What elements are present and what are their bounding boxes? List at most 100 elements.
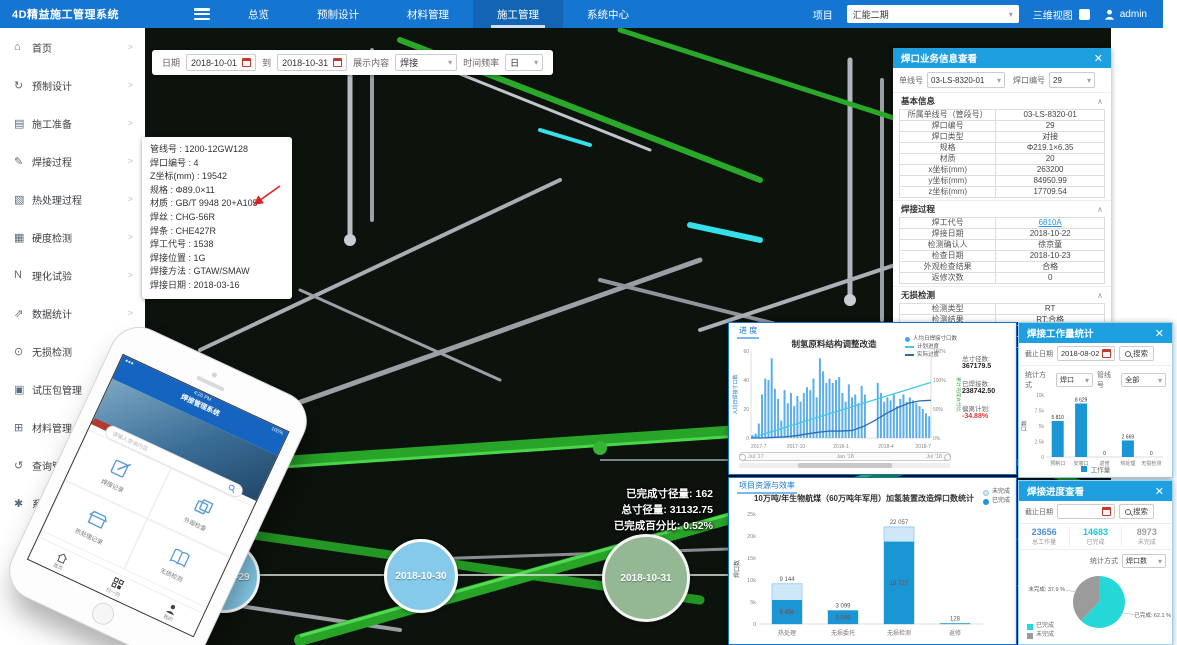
stat-value: 8973 bbox=[1122, 527, 1172, 537]
info-value[interactable]: 合格 bbox=[996, 262, 1105, 273]
sidebar-item[interactable]: ⌂ 首页 > bbox=[0, 28, 145, 66]
top-menu-item[interactable]: 施工管理 bbox=[473, 0, 563, 28]
svg-text:2.5k: 2.5k bbox=[1035, 440, 1045, 446]
info-row: z坐标(mm) 17709.54 bbox=[900, 187, 1105, 198]
info-value: 20 bbox=[996, 154, 1105, 165]
top-menu-item[interactable]: 系统中心 bbox=[563, 0, 653, 28]
collapse-icon: ∧ bbox=[1097, 205, 1103, 214]
legend-dot-icon bbox=[905, 337, 910, 342]
sidebar-item-icon: ✱ bbox=[14, 497, 32, 510]
line-no-select[interactable]: 03-LS-8320-01▾ bbox=[927, 72, 1005, 88]
sidebar-item[interactable]: ▦ 硬度检测 > bbox=[0, 218, 145, 256]
top-menu-item[interactable]: 总览 bbox=[224, 0, 293, 28]
tooltip-line: Z坐标(mm) : 19542 bbox=[150, 170, 284, 184]
joint-no-select[interactable]: 29▾ bbox=[1049, 72, 1095, 88]
sidebar-item[interactable]: ↻ 预制设计 > bbox=[0, 66, 145, 104]
svg-text:25k: 25k bbox=[747, 512, 756, 518]
tab-progress[interactable]: 进 度 bbox=[737, 325, 759, 339]
hamburger-menu-icon[interactable] bbox=[194, 8, 210, 20]
sidebar-item-label: 首页 bbox=[32, 40, 52, 55]
chevron-down-icon: ▾ bbox=[448, 58, 452, 67]
tab-project-resource[interactable]: 项目资源与效率 bbox=[737, 480, 797, 494]
info-value[interactable]: 6810A bbox=[996, 218, 1105, 229]
close-icon[interactable]: ✕ bbox=[1155, 327, 1164, 340]
svg-text:无损检测: 无损检测 bbox=[887, 629, 911, 637]
book-icon bbox=[166, 544, 193, 571]
stat-group: 偏离计划: -34.88% bbox=[962, 403, 1014, 420]
info-row: x坐标(mm) 263200 bbox=[900, 165, 1105, 176]
timeline-date-node[interactable]: 2018-10-30 bbox=[384, 539, 458, 613]
range-slider[interactable]: Jul '17 Jan '18 Jul '18 bbox=[739, 452, 951, 468]
info-value: RT bbox=[996, 304, 1105, 315]
top-menu-item[interactable]: 预制设计 bbox=[293, 0, 383, 28]
sidebar-item-icon: ⌂ bbox=[14, 41, 32, 53]
sidebar-item-label: 预制设计 bbox=[32, 78, 72, 93]
sidebar-item-icon: N bbox=[14, 269, 32, 281]
section-weld-process[interactable]: 焊接过程∧ bbox=[893, 200, 1111, 217]
date-from-input[interactable]: 2018-10-01 bbox=[186, 54, 256, 71]
search-button[interactable]: 搜索 bbox=[1119, 504, 1154, 519]
section-basic-info[interactable]: 基本信息∧ bbox=[893, 92, 1111, 109]
sidebar-item-icon: ⊞ bbox=[14, 421, 32, 434]
stat-column: 8973 未完成 bbox=[1122, 527, 1172, 546]
scrollbar[interactable] bbox=[739, 463, 951, 468]
info-value[interactable]: 0 bbox=[996, 273, 1105, 284]
slider-handle-left[interactable] bbox=[739, 454, 746, 461]
calendar-icon bbox=[242, 58, 251, 67]
slider-handle-right[interactable] bbox=[944, 454, 951, 461]
svg-text:0: 0 bbox=[1150, 451, 1153, 457]
copy-icon bbox=[190, 493, 217, 520]
info-key: y坐标(mm) bbox=[900, 176, 996, 187]
deadline-label: 截止日期 bbox=[1025, 349, 1053, 359]
svg-text:未完成: 37.9 %: 未完成: 37.9 % bbox=[1028, 585, 1065, 593]
sidebar-item-icon: ⊙ bbox=[14, 345, 32, 358]
close-icon[interactable]: ✕ bbox=[1155, 485, 1164, 498]
weld-joint-tooltip: 管线号 : 1200-12GW128焊口编号 : 4Z坐标(mm) : 1954… bbox=[142, 137, 292, 299]
chart-title: 10万吨/年生物航煤（60万吨年军用）加氢装置改造焊口数统计 bbox=[729, 493, 999, 504]
svg-text:10k: 10k bbox=[747, 578, 756, 584]
chevron-right-icon: > bbox=[128, 194, 133, 204]
svg-text:5k: 5k bbox=[1039, 424, 1045, 430]
sidebar-item-label: 数据统计 bbox=[32, 306, 72, 321]
timeline-date-node[interactable]: 2018-10-31 bbox=[602, 534, 690, 622]
stat-value: 367179.5 bbox=[962, 363, 1014, 370]
svg-text:人均日焊接寸口数: 人均日焊接寸口数 bbox=[732, 374, 739, 414]
deadline-input[interactable] bbox=[1057, 504, 1115, 519]
sidebar-item[interactable]: ✎ 焊接过程 > bbox=[0, 142, 145, 180]
info-row: 焊工代号 6810A bbox=[900, 218, 1105, 229]
app-logo: 4D精益施工管理系统 bbox=[0, 6, 188, 22]
date-to-input[interactable]: 2018-10-31 bbox=[277, 54, 347, 71]
info-key: 所属单线号（管段号） bbox=[900, 110, 996, 121]
svg-text:返修: 返修 bbox=[949, 629, 961, 637]
stat-mode-select[interactable]: 焊口数▾ bbox=[1122, 554, 1166, 568]
close-icon[interactable]: ✕ bbox=[1094, 52, 1103, 65]
info-value[interactable]: 2018-10-22 bbox=[996, 229, 1105, 240]
user-menu[interactable]: admin bbox=[1104, 9, 1147, 20]
scrollbar-thumb[interactable] bbox=[798, 463, 891, 468]
search-button[interactable]: 搜索 bbox=[1119, 346, 1154, 361]
panel-title: 焊接进度查看 bbox=[1027, 484, 1084, 498]
svg-text:100%: 100% bbox=[933, 378, 946, 384]
svg-text:热处理: 热处理 bbox=[778, 629, 796, 637]
tooltip-line: 管线号 : 1200-12GW128 bbox=[150, 143, 284, 157]
sidebar-item[interactable]: ▧ 热处理过程 > bbox=[0, 180, 145, 218]
joint-count-panel: 项目资源与效率 10万吨/年生物航煤（60万吨年军用）加氢装置改造焊口数统计 未… bbox=[728, 477, 1017, 645]
svg-text:7.5k: 7.5k bbox=[1035, 409, 1045, 415]
view3d-toggle[interactable]: 三维视图 bbox=[1033, 7, 1090, 22]
sidebar-item[interactable]: ▤ 施工准备 > bbox=[0, 104, 145, 142]
top-menu-item[interactable]: 材料管理 bbox=[383, 0, 473, 28]
info-value[interactable]: 徐京童 bbox=[996, 240, 1105, 251]
panel-header: 焊接工作量统计 ✕ bbox=[1019, 323, 1172, 343]
chevron-right-icon: > bbox=[128, 308, 133, 318]
sidebar-item[interactable]: N 理化试验 > bbox=[0, 256, 145, 294]
tooltip-line: 焊口编号 : 4 bbox=[150, 157, 284, 171]
project-select[interactable]: 汇能二期▾ bbox=[847, 5, 1019, 23]
content-select[interactable]: 焊接▾ bbox=[395, 54, 457, 71]
stat-value: 23656 bbox=[1019, 527, 1069, 537]
freq-select[interactable]: 日▾ bbox=[505, 54, 543, 71]
info-value[interactable]: 2018-10-23 bbox=[996, 251, 1105, 262]
info-key: 返修次数 bbox=[900, 273, 996, 284]
info-key: x坐标(mm) bbox=[900, 165, 996, 176]
deadline-input[interactable]: 2018-08-02 bbox=[1057, 346, 1115, 361]
section-ndt[interactable]: 无损检测∧ bbox=[893, 286, 1111, 303]
